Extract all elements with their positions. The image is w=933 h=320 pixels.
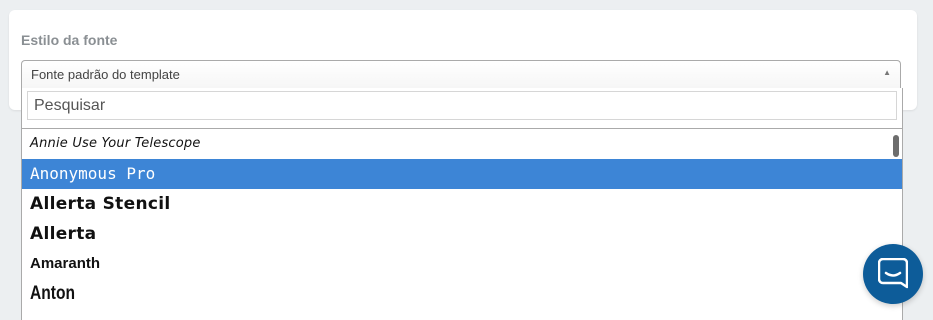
- font-option-label: Allerta: [30, 224, 97, 244]
- font-option-annie-use-your-telescope[interactable]: Annie Use Your Telescope: [22, 129, 902, 159]
- font-option-amaranth[interactable]: Amaranth: [22, 249, 902, 279]
- font-option-allerta-stencil[interactable]: Allerta Stencil: [22, 189, 902, 219]
- font-option-label: Annie Use Your Telescope: [30, 136, 201, 151]
- font-options-list: Annie Use Your Telescope Anonymous Pro A…: [22, 128, 902, 309]
- font-style-dropdown: Annie Use Your Telescope Anonymous Pro A…: [21, 88, 903, 320]
- chat-widget-button[interactable]: [863, 244, 923, 304]
- font-option-anton[interactable]: Anton: [22, 279, 902, 309]
- font-option-allerta[interactable]: Allerta: [22, 219, 902, 249]
- font-style-selected-value: Fonte padrão do template: [31, 67, 180, 82]
- font-option-label: Anonymous Pro: [30, 164, 156, 183]
- caret-up-icon: ▲: [883, 68, 891, 77]
- font-option-label: Allerta Stencil: [30, 194, 171, 214]
- font-style-label: Estilo da fonte: [21, 32, 118, 48]
- chat-bubble-icon: [878, 258, 908, 289]
- font-search-input[interactable]: [27, 91, 897, 120]
- dropdown-scrollbar[interactable]: [893, 135, 899, 157]
- font-option-anonymous-pro[interactable]: Anonymous Pro: [22, 159, 902, 189]
- font-option-label: Amaranth: [30, 255, 101, 272]
- font-option-label: Anton: [30, 283, 75, 304]
- font-style-select[interactable]: Fonte padrão do template ▲: [21, 60, 901, 88]
